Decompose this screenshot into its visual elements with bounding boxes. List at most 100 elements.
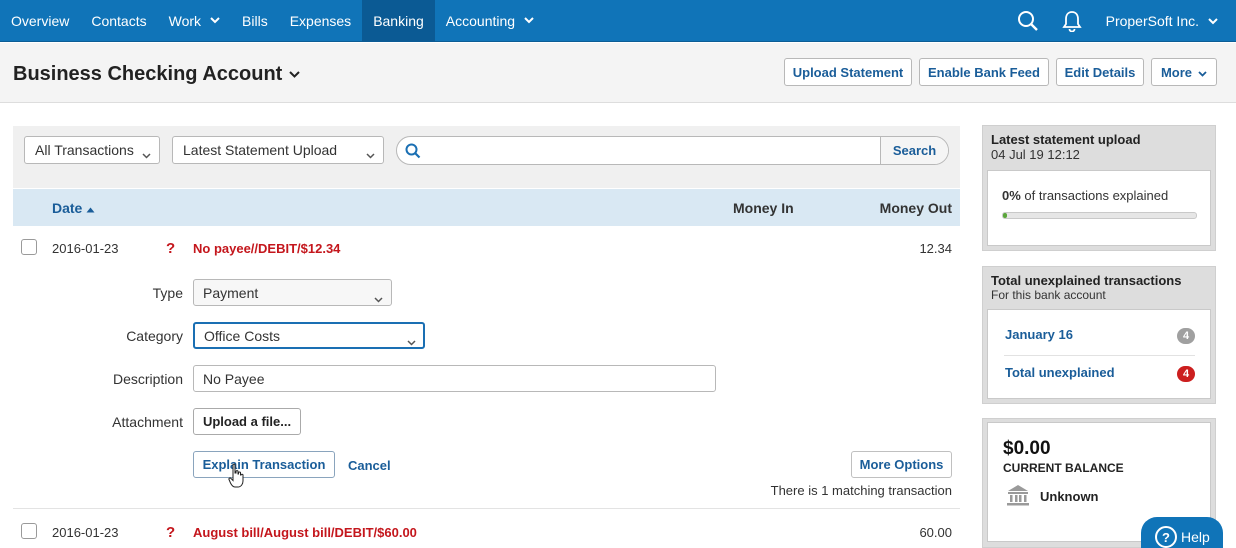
help-button[interactable]: ? Help: [1141, 517, 1223, 548]
category-label: Category: [126, 328, 183, 344]
top-navigation: Overview Contacts Work Bills Expenses Ba…: [0, 0, 1236, 42]
chevron-down-icon: [374, 290, 383, 306]
row-money-out: 60.00: [919, 525, 952, 540]
nav-banking[interactable]: Banking: [362, 0, 435, 42]
chevron-down-icon: [524, 17, 534, 24]
bank-status: Unknown: [1040, 489, 1099, 504]
nav-accounting[interactable]: Accounting: [435, 0, 545, 42]
description-field[interactable]: No Payee: [193, 365, 716, 392]
panel-title: Latest statement upload: [991, 132, 1141, 147]
transactions-panel: All Transactions Latest Statement Upload…: [13, 126, 960, 548]
count-badge: 4: [1177, 328, 1195, 344]
explained-summary: 0% of transactions explained: [1002, 188, 1168, 203]
statement-progress-box: 0% of transactions explained: [987, 170, 1211, 246]
statement-datetime: 04 Jul 19 12:12: [991, 147, 1080, 162]
category-value: Office Costs: [204, 327, 280, 344]
nav-label: Bills: [242, 12, 268, 29]
nav-label: Work: [168, 12, 202, 29]
explain-transaction-button[interactable]: Explain Transaction: [193, 451, 335, 478]
unexplained-icon: ?: [166, 240, 176, 257]
table-row: 2016-01-23 ? No payee//DEBIT/$12.34 12.3…: [13, 228, 960, 264]
chevron-down-icon: [142, 146, 151, 162]
nav-bills[interactable]: Bills: [231, 0, 279, 42]
upload-filter-select[interactable]: Latest Statement Upload: [172, 136, 384, 164]
balance-amount: $0.00: [1003, 438, 1051, 459]
row-checkbox[interactable]: [21, 239, 37, 255]
nav-contacts[interactable]: Contacts: [80, 0, 157, 42]
chevron-down-icon: [289, 71, 301, 78]
help-label: Help: [1181, 529, 1210, 545]
nav-label: Banking: [373, 12, 424, 29]
upload-statement-button[interactable]: Upload Statement: [784, 58, 912, 86]
nav-label: Contacts: [91, 12, 147, 29]
sort-ascending-icon: [86, 200, 95, 216]
row-date: 2016-01-23: [52, 241, 119, 256]
chevron-down-icon: [366, 146, 375, 162]
nav-overview[interactable]: Overview: [0, 0, 80, 42]
count-badge: 4: [1177, 366, 1195, 382]
description-value: No Payee: [203, 370, 265, 387]
panel-header: Total unexplained transactions For this …: [983, 267, 1215, 302]
chevron-down-icon: [1198, 65, 1207, 80]
table-header: Date Money In Money Out: [13, 189, 960, 226]
panel-header: Latest statement upload 04 Jul 19 12:12: [983, 126, 1215, 162]
nav-right: ProperSoft Inc.: [1006, 0, 1236, 42]
nav-work[interactable]: Work: [158, 0, 231, 42]
chevron-down-icon: [1208, 17, 1218, 25]
bell-icon[interactable]: [1050, 0, 1094, 42]
row-money-out: 12.34: [919, 241, 952, 256]
row-divider: [13, 508, 960, 509]
unexplained-icon: ?: [166, 524, 176, 541]
upload-file-button[interactable]: Upload a file...: [193, 408, 301, 435]
nav-expenses[interactable]: Expenses: [279, 0, 362, 42]
attachment-label: Attachment: [112, 414, 183, 430]
chevron-down-icon: [210, 17, 220, 24]
explained-progress-bar: [1002, 212, 1197, 219]
search-button[interactable]: Search: [880, 137, 948, 164]
select-value: Latest Statement Upload: [183, 142, 338, 158]
unexplained-list: January 16 4 Total unexplained 4: [987, 309, 1211, 399]
type-select[interactable]: Payment: [193, 279, 392, 306]
edit-details-button[interactable]: Edit Details: [1056, 58, 1144, 86]
panel-title: Total unexplained transactions: [991, 273, 1182, 288]
date-column-header[interactable]: Date: [52, 200, 95, 216]
row-description[interactable]: No payee//DEBIT/$12.34: [193, 241, 340, 256]
transactions-filter-select[interactable]: All Transactions: [24, 136, 160, 164]
search-box: Search: [396, 136, 949, 165]
nav-label: Overview: [11, 12, 70, 29]
more-button[interactable]: More: [1151, 58, 1217, 86]
search-input[interactable]: [427, 139, 877, 162]
row-date: 2016-01-23: [52, 525, 119, 540]
statement-upload-panel: Latest statement upload 04 Jul 19 12:12 …: [982, 125, 1216, 251]
organization-menu[interactable]: ProperSoft Inc.: [1094, 13, 1236, 29]
row-checkbox[interactable]: [21, 523, 37, 539]
filter-bar: All Transactions Latest Statement Upload…: [13, 126, 960, 188]
enable-bank-feed-button[interactable]: Enable Bank Feed: [919, 58, 1049, 86]
row-description[interactable]: August bill/August bill/DEBIT/$60.00: [193, 525, 417, 540]
nav-label: Expenses: [289, 12, 352, 29]
panel-subtitle: For this bank account: [991, 288, 1106, 302]
search-icon[interactable]: [1006, 0, 1050, 42]
help-icon: ?: [1155, 526, 1177, 548]
explained-percent: 0%: [1002, 188, 1021, 203]
balance-label: CURRENT BALANCE: [1003, 461, 1124, 475]
type-label: Type: [152, 285, 183, 301]
list-divider: [1004, 355, 1195, 356]
table-row: 2016-01-23 ? August bill/August bill/DEB…: [13, 512, 960, 548]
category-select[interactable]: Office Costs: [193, 322, 425, 349]
account-title-dropdown[interactable]: Business Checking Account: [13, 63, 301, 86]
money-out-column-header: Money Out: [879, 200, 952, 216]
nav-label: Accounting: [445, 12, 516, 29]
progress-fill: [1003, 213, 1007, 218]
hand-cursor-icon: [228, 463, 244, 492]
search-icon: [405, 143, 421, 162]
page-header: Business Checking Account Upload Stateme…: [0, 43, 1236, 103]
more-options-button[interactable]: More Options: [851, 451, 952, 478]
bank-icon: [1006, 484, 1030, 509]
total-unexplained-link[interactable]: Total unexplained: [1005, 365, 1115, 380]
january-link[interactable]: January 16: [1005, 327, 1073, 342]
cancel-link[interactable]: Cancel: [348, 458, 391, 473]
matching-transaction-text: There is 1 matching transaction: [770, 483, 952, 498]
page-title: Business Checking Account: [13, 63, 283, 85]
date-header-label: Date: [52, 200, 83, 216]
